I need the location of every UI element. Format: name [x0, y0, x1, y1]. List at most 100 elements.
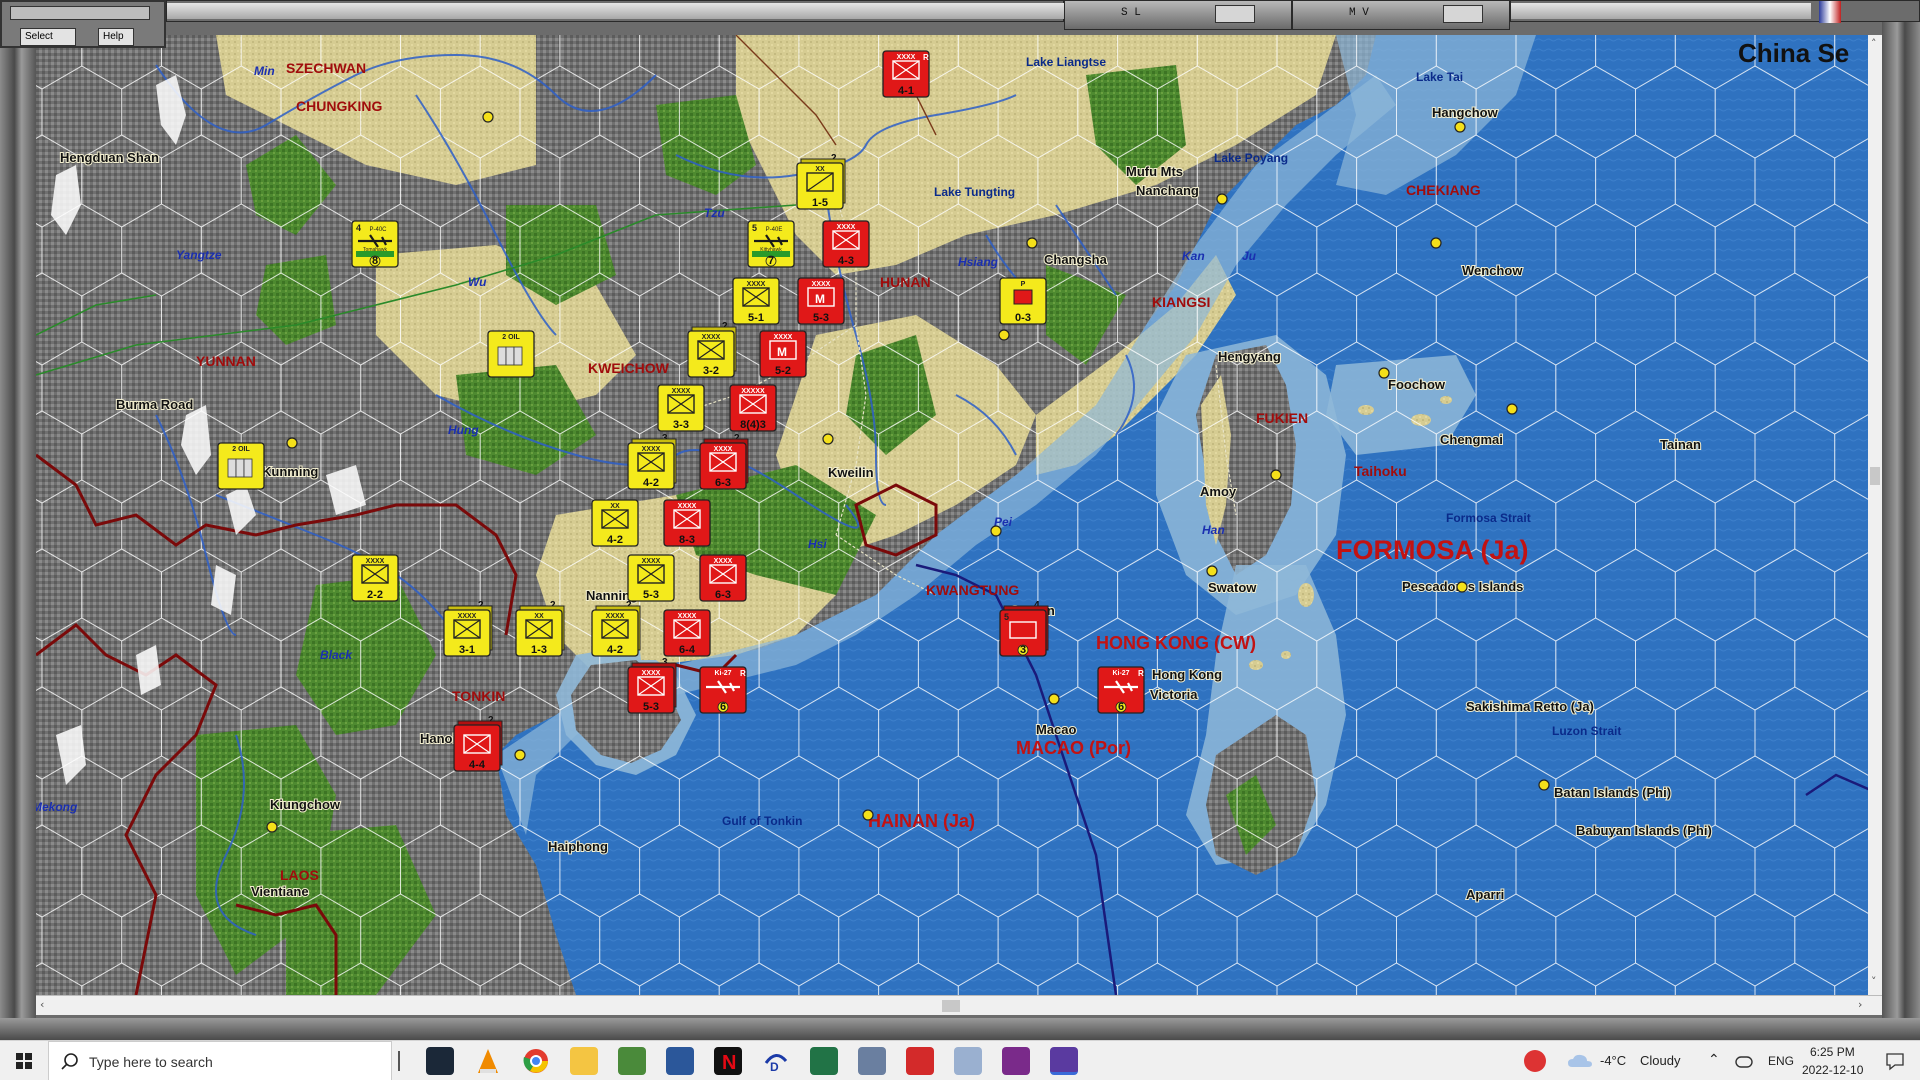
unit-caption: P-40E: [766, 227, 783, 233]
game-app-active-icon[interactable]: [1050, 1047, 1078, 1075]
window-app-icon[interactable]: [954, 1047, 982, 1075]
unit-counter-red[interactable]: XXXX 8-3: [663, 499, 711, 547]
help-button[interactable]: Help: [98, 28, 134, 46]
unit-strength: 3-2: [703, 365, 719, 377]
unit-counter-red[interactable]: XXXX R 4-1: [882, 50, 930, 98]
unit-size: XXXX: [714, 558, 733, 565]
map-label: HAINAN (Ja): [868, 811, 975, 831]
unit-size: XXXX: [714, 446, 733, 453]
unit-counter-red[interactable]: 24-4: [453, 715, 503, 772]
map-label: Luzon Strait: [1552, 724, 1621, 738]
unit-flag: R: [740, 669, 746, 678]
clock-time[interactable]: 6:25 PM: [1810, 1045, 1855, 1059]
vertical-scroll-thumb[interactable]: [1870, 467, 1880, 485]
search-placeholder: Type here to search: [89, 1054, 213, 1070]
netflix-icon[interactable]: N: [714, 1047, 742, 1075]
unit-counter-yellow[interactable]: 2XXXX3-1: [443, 600, 493, 657]
horizontal-scrollbar[interactable]: ‹ ›: [36, 995, 1882, 1015]
start-button[interactable]: [0, 1041, 48, 1080]
map-label: Batan Islands (Phi): [1554, 785, 1671, 800]
network-icon[interactable]: [1734, 1053, 1754, 1069]
unit-counter-yellow[interactable]: 4 P-40C Tomahawk 8: [351, 220, 399, 268]
unit-flag: R: [1138, 669, 1144, 678]
unit-counter-yellow[interactable]: 2 OIL: [487, 330, 535, 378]
unit-counter-yellow[interactable]: P 0-3: [999, 277, 1047, 325]
scroll-left-icon[interactable]: ‹: [40, 998, 44, 1011]
unit-counter-red[interactable]: 453: [999, 600, 1049, 657]
excel-icon[interactable]: [810, 1047, 838, 1075]
notepad-icon[interactable]: [618, 1047, 646, 1075]
map-label: Hanoi: [420, 731, 456, 746]
map-label: Swatow: [1208, 580, 1257, 595]
horizontal-scroll-thumb[interactable]: [942, 1000, 960, 1012]
unit-counter-red[interactable]: XXXX 4-3: [822, 220, 870, 268]
unit-counter-yellow[interactable]: 5 P-40E Kittyhawk 7: [747, 220, 795, 268]
unit-counter-yellow[interactable]: 2XX1-3: [515, 600, 565, 657]
taskbar-divider: [398, 1051, 400, 1071]
unit-counter-red[interactable]: 3XXXX5-3: [627, 657, 677, 714]
unit-counter-red[interactable]: M XXXX 5-2: [759, 330, 807, 378]
unit-strength: 7: [768, 255, 774, 267]
clock-date[interactable]: 2022-12-10: [1802, 1063, 1863, 1077]
notifications-icon[interactable]: [1884, 1051, 1906, 1071]
city-dot: [514, 749, 526, 761]
unit-counter-yellow[interactable]: 2 OIL: [217, 442, 265, 490]
unit-counter-yellow[interactable]: 2XX1-5: [796, 153, 846, 210]
select-button[interactable]: Select: [20, 28, 76, 46]
map-label: HONG KONG (CW): [1096, 633, 1256, 653]
command-field[interactable]: [10, 6, 150, 20]
vertical-scrollbar[interactable]: ˄ ˅: [1868, 35, 1882, 995]
svg-text:N: N: [722, 1052, 736, 1074]
steam-icon[interactable]: [426, 1047, 454, 1075]
unit-counter-red[interactable]: M XXXX 5-3: [797, 277, 845, 325]
map-label: Yangtze: [176, 248, 222, 262]
map-label: Formosa Strait: [1446, 511, 1531, 525]
calculator-icon[interactable]: [858, 1047, 886, 1075]
file-explorer-icon[interactable]: [570, 1047, 598, 1075]
sl-bar: S L: [1064, 0, 1292, 30]
unit-strength: 4-2: [607, 534, 623, 546]
tray-chevron-icon[interactable]: ⌃: [1708, 1051, 1720, 1068]
game-app-icon[interactable]: [1002, 1047, 1030, 1075]
map-canvas[interactable]: SZECHWAN CHUNGKING Hengduan Shan Yangtze Wu M…: [36, 35, 1882, 995]
chrome-icon[interactable]: [522, 1047, 550, 1075]
unit-counter-yellow[interactable]: 2XXXX3-2: [687, 321, 737, 378]
unit-caption: P-40C: [369, 227, 387, 233]
scroll-right-icon[interactable]: ›: [1858, 998, 1862, 1011]
unit-counter-red[interactable]: Ki-27 R 6: [699, 666, 747, 714]
scroll-up-icon[interactable]: ˄: [1871, 37, 1877, 50]
unit-counter-yellow[interactable]: XXXX 5-3: [627, 554, 675, 602]
weather-condition[interactable]: Cloudy: [1640, 1053, 1680, 1068]
word-icon[interactable]: [666, 1047, 694, 1075]
unit-strength: 6-4: [679, 644, 696, 656]
map-label: Wenchow: [1462, 263, 1523, 278]
acrobat-icon[interactable]: [906, 1047, 934, 1075]
vlc-icon[interactable]: [474, 1047, 502, 1075]
unit-counter-yellow[interactable]: XX 4-2: [591, 499, 639, 547]
disney-plus-icon[interactable]: D: [762, 1047, 790, 1075]
unit-counter-yellow[interactable]: XXXX 3-3: [657, 384, 705, 432]
map-label: LAOS: [280, 867, 319, 883]
unit-counter-red[interactable]: Ki-27 R 6: [1097, 666, 1145, 714]
map-view[interactable]: SZECHWAN CHUNGKING Hengduan Shan Yangtze Wu M…: [36, 35, 1882, 995]
mv-slot[interactable]: [1443, 5, 1483, 23]
unit-counter-yellow[interactable]: XXXX 2-2: [351, 554, 399, 602]
map-label: Tzu: [704, 206, 725, 220]
map-label: Hong Kong: [1152, 667, 1222, 682]
unit-strength: 5-3: [643, 589, 659, 601]
unit-counter-yellow[interactable]: 3XXXX4-2: [627, 433, 677, 490]
unit-counter-red[interactable]: 2XXXX6-3: [699, 433, 749, 490]
city-dot: [1216, 193, 1228, 205]
sl-slot[interactable]: [1215, 5, 1255, 23]
unit-counter-red[interactable]: XXXX 6-4: [663, 609, 711, 657]
scroll-down-icon[interactable]: ˅: [1871, 975, 1877, 988]
unit-counter-red[interactable]: XXXXX 8(4)3: [729, 384, 777, 432]
language-indicator[interactable]: ENG: [1768, 1054, 1794, 1068]
unit-counter-yellow[interactable]: 2XXXX4-2: [591, 600, 641, 657]
weather-temperature[interactable]: -4°C: [1600, 1053, 1626, 1068]
security-tray-icon[interactable]: [1524, 1050, 1546, 1072]
city-dot: [1506, 403, 1518, 415]
unit-counter-yellow[interactable]: XXXX 5-1: [732, 277, 780, 325]
taskbar-search[interactable]: Type here to search: [48, 1041, 392, 1080]
unit-counter-red[interactable]: XXXX 6-3: [699, 554, 747, 602]
